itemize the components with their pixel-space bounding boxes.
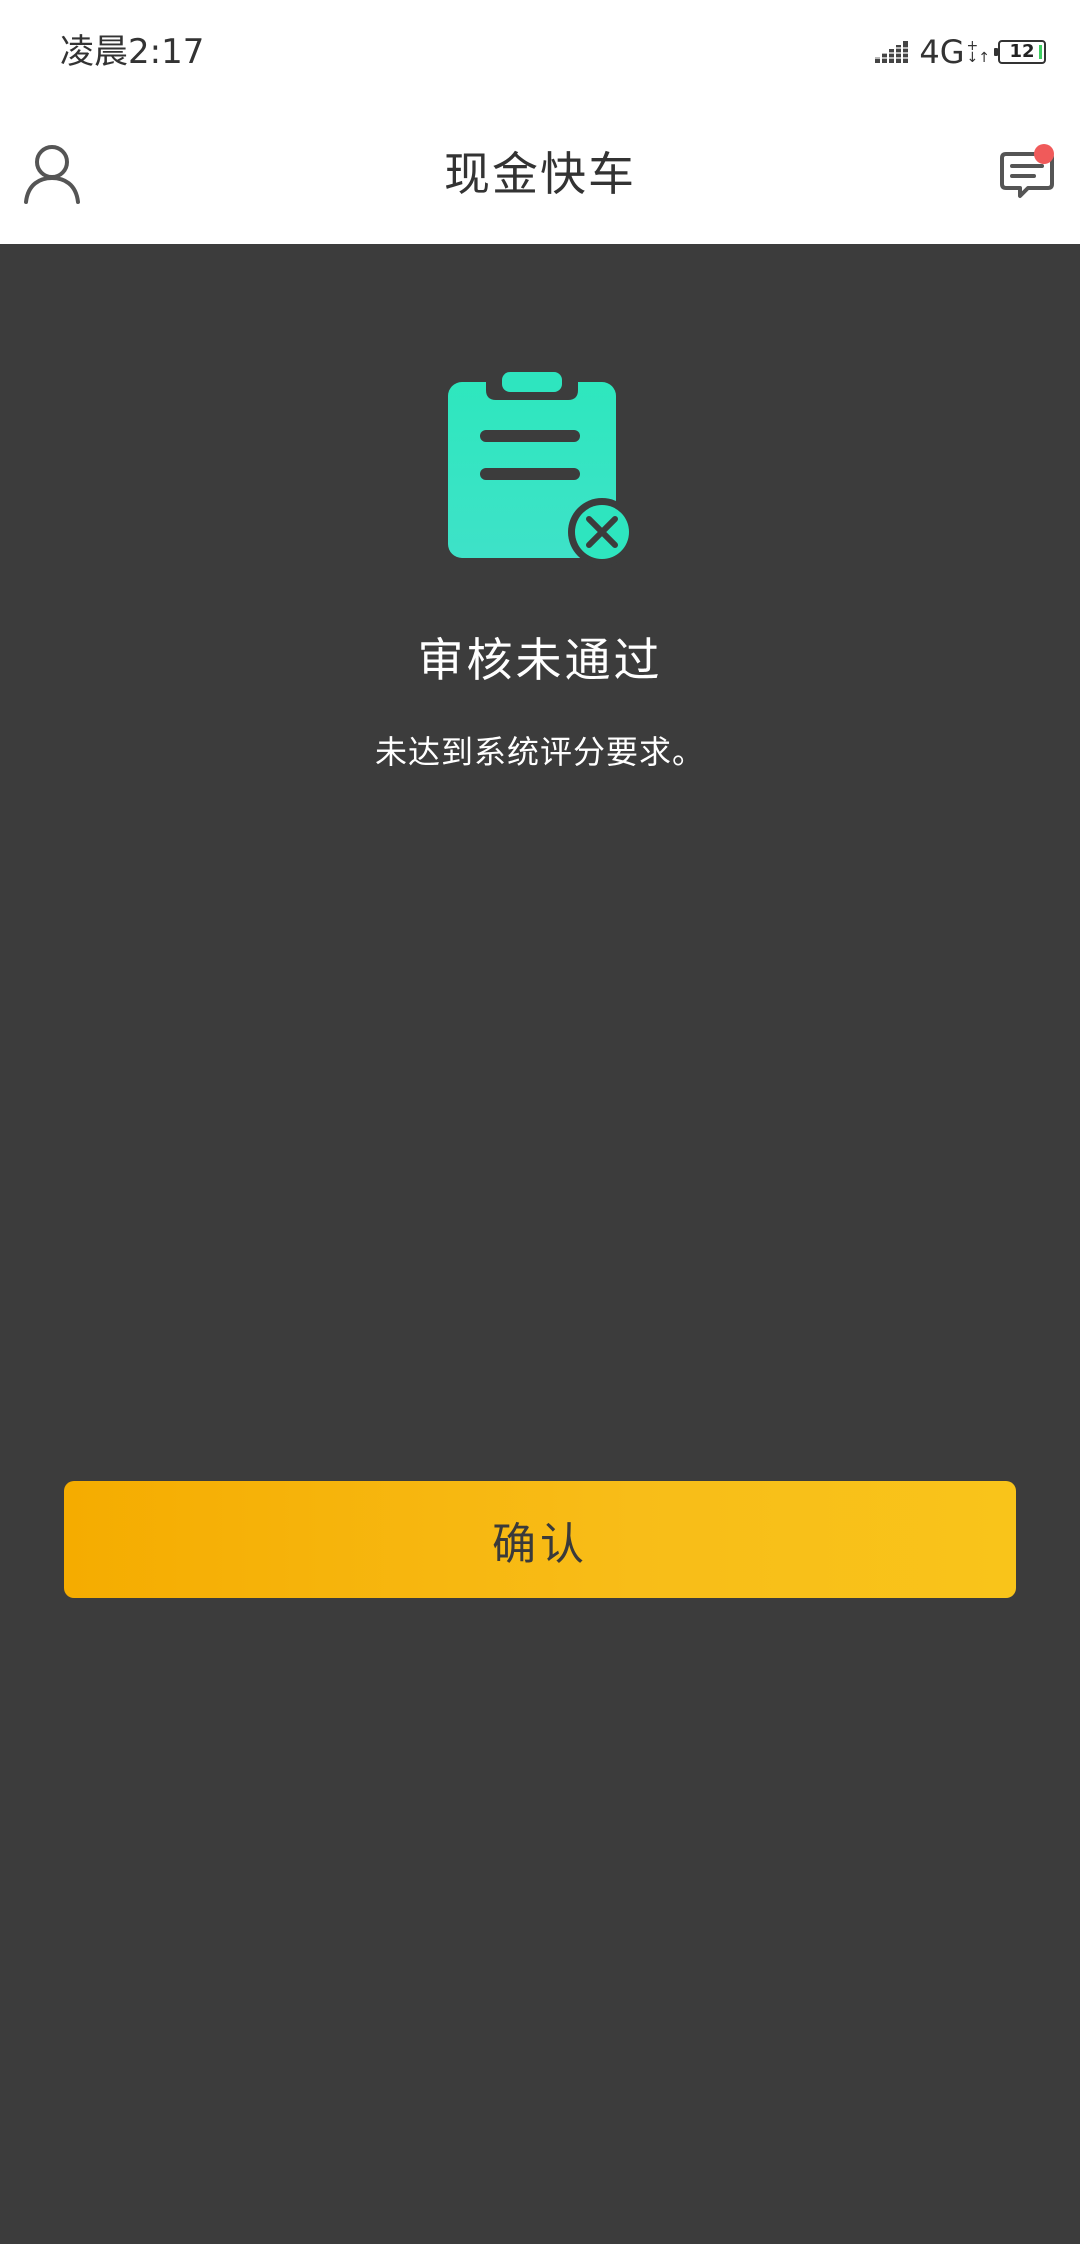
result-title: 审核未通过 (417, 633, 663, 687)
signal-icon (873, 41, 910, 63)
page-title: 现金快车 (444, 147, 636, 201)
unread-badge (1034, 144, 1054, 164)
network-arrows: ↓↑ (966, 50, 990, 66)
app-header: 现金快车 (0, 104, 1080, 244)
status-indicators: 4G + ↓↑ 12 (873, 28, 1046, 76)
battery-icon: 12 (994, 40, 1046, 64)
network-activity: + ↓↑ (966, 39, 990, 66)
network-type: 4G (919, 33, 965, 71)
clipboard-rejected-icon (448, 372, 636, 566)
status-time: 凌晨2:17 (60, 32, 205, 72)
battery-level: 12 (1009, 41, 1035, 62)
status-bar: 凌晨2:17 4G + ↓↑ 12 (0, 0, 1080, 104)
result-description: 未达到系统评分要求。 (374, 733, 705, 771)
confirm-button[interactable]: 确认 (64, 1481, 1016, 1598)
